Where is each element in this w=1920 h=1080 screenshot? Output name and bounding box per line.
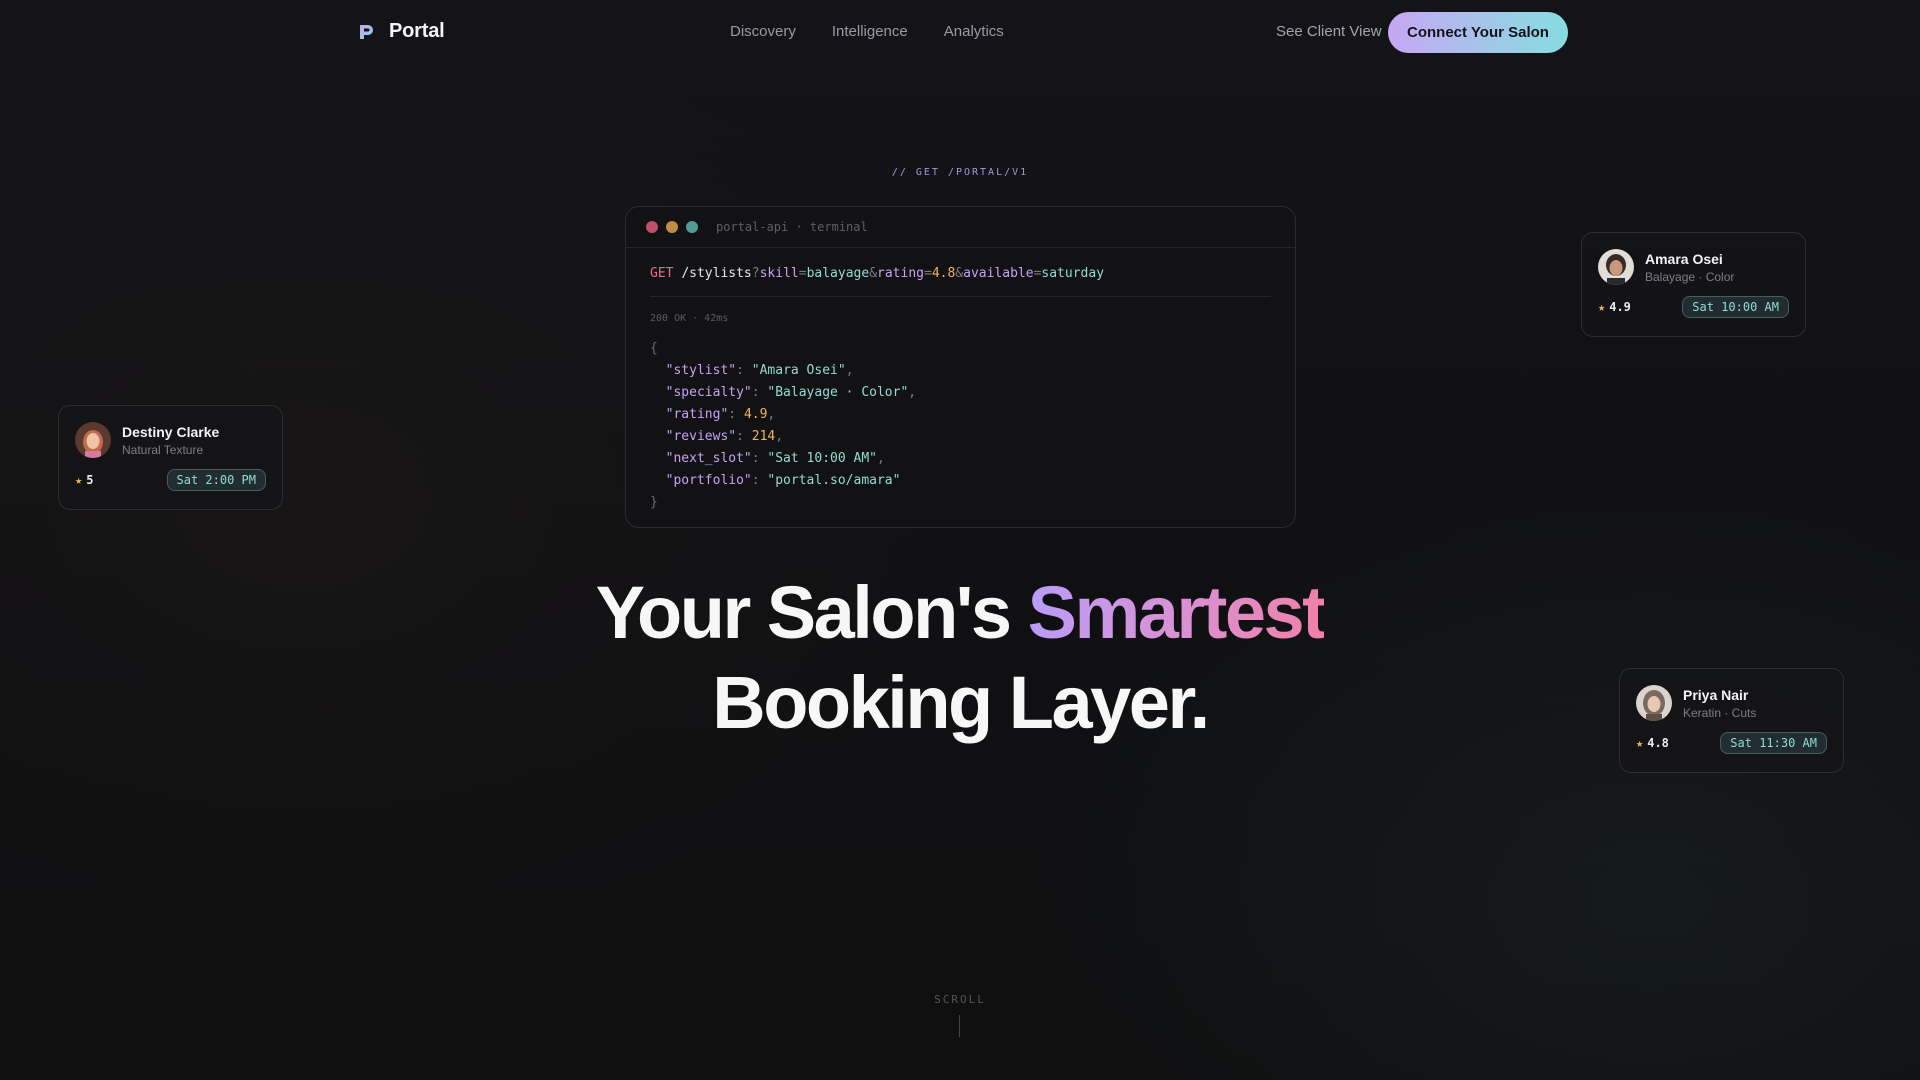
nav-link-analytics[interactable]: Analytics [944, 23, 1004, 40]
stylist-specialty: Natural Texture [122, 442, 204, 457]
json-line: "next_slot": "Sat 10:00 AM", [665, 451, 885, 466]
json-line: "stylist": "Amara Osei", [665, 363, 854, 378]
stylist-card-destiny[interactable]: Destiny Clarke Natural Texture ★ 5 Sat 2:… [58, 405, 283, 510]
json-key: "stylist" [665, 363, 737, 378]
terminal-body: GET /stylists?skill=balayage&rating=4.8&… [626, 248, 1295, 527]
query-key: rating [877, 266, 924, 281]
brand-logo[interactable]: Portal [357, 20, 445, 43]
scroll-line [959, 1015, 960, 1037]
json-line: "reviews": 214, [665, 429, 784, 444]
json-line: "specialty": "Balayage · Color", [665, 385, 917, 400]
nav-link-intelligence[interactable]: Intelligence [832, 23, 908, 40]
hero-headline-line1: Your Salon's Smartest [0, 568, 1920, 658]
connect-salon-button[interactable]: Connect Your Salon [1388, 12, 1568, 53]
json-line: "rating": 4.9, [665, 407, 776, 422]
avatar [75, 422, 111, 458]
json-value: "Amara Osei" [751, 363, 846, 378]
close-dot-icon [646, 221, 658, 233]
query-value: saturday [1041, 266, 1105, 281]
rating-value: 5 [86, 473, 94, 487]
stylist-card-amara[interactable]: Amara Osei Balayage · Color ★ 4.9 Sat 10:… [1581, 232, 1806, 337]
nav-links: Discovery Intelligence Analytics [730, 23, 1004, 40]
nav-link-discovery[interactable]: Discovery [730, 23, 796, 40]
json-key: "reviews" [665, 429, 737, 444]
json-value: "portal.so/amara" [767, 473, 901, 488]
terminal-title: portal-api · terminal [716, 220, 868, 234]
json-value: 214 [751, 429, 776, 444]
avatar [1598, 249, 1634, 285]
json-value: "Balayage · Color" [767, 385, 909, 400]
star-icon: ★ [1598, 300, 1606, 314]
hero-highlight: Smartest [1027, 571, 1327, 654]
maximize-dot-icon [686, 221, 698, 233]
top-nav: Portal Discovery Intelligence Analytics … [0, 0, 1920, 64]
brand-name: Portal [389, 20, 445, 42]
star-icon: ★ [75, 473, 83, 487]
terminal-divider [650, 296, 1271, 297]
rating-value: 4.9 [1609, 300, 1631, 314]
avatar-destiny-icon [75, 422, 111, 458]
terminal-header: portal-api · terminal [626, 207, 1295, 248]
scroll-indicator[interactable]: SCROLL [0, 993, 1920, 1006]
next-slot-badge[interactable]: Sat 2:00 PM [166, 469, 266, 491]
hero-text: Your Salon's [595, 571, 1028, 654]
query-key: available [963, 266, 1034, 281]
json-open-brace: { [650, 341, 658, 356]
json-key: "specialty" [665, 385, 752, 400]
stylist-name: Amara Osei [1645, 250, 1723, 267]
query-value: 4.8 [931, 266, 956, 281]
portal-logo-icon [360, 24, 373, 39]
hero-headline-line2: Booking Layer. [712, 661, 1210, 744]
query-key: skill [759, 266, 799, 281]
see-client-view-link[interactable]: See Client View [1276, 23, 1382, 40]
stylist-rating: ★ 5 [75, 473, 93, 487]
json-value: "Sat 10:00 AM" [767, 451, 877, 466]
json-value: 4.9 [743, 407, 768, 422]
request-path: /stylists [681, 266, 752, 281]
minimize-dot-icon [666, 221, 678, 233]
stylist-rating: ★ 4.9 [1598, 300, 1631, 314]
json-key: "portfolio" [665, 473, 752, 488]
next-slot-badge[interactable]: Sat 10:00 AM [1682, 296, 1789, 318]
stylist-specialty: Balayage · Color [1645, 269, 1735, 284]
query-value: balayage [806, 266, 870, 281]
json-line: "portfolio": "portal.so/amara" [665, 473, 901, 488]
json-response: "stylist": "Amara Osei", "specialty": "B… [650, 360, 1271, 492]
json-key: "next_slot" [665, 451, 752, 466]
json-close-brace: } [650, 495, 658, 510]
response-status: 200 OK · 42ms [650, 313, 729, 324]
api-eyebrow: // GET /PORTAL/V1 [891, 167, 1029, 178]
avatar-amara-icon [1598, 249, 1634, 285]
request-line: GET /stylists?skill=balayage&rating=4.8&… [650, 266, 1105, 281]
json-key: "rating" [665, 407, 729, 422]
api-terminal: portal-api · terminal GET /stylists?skil… [625, 206, 1296, 528]
stylist-name: Destiny Clarke [122, 423, 220, 440]
request-method: GET [650, 266, 674, 281]
